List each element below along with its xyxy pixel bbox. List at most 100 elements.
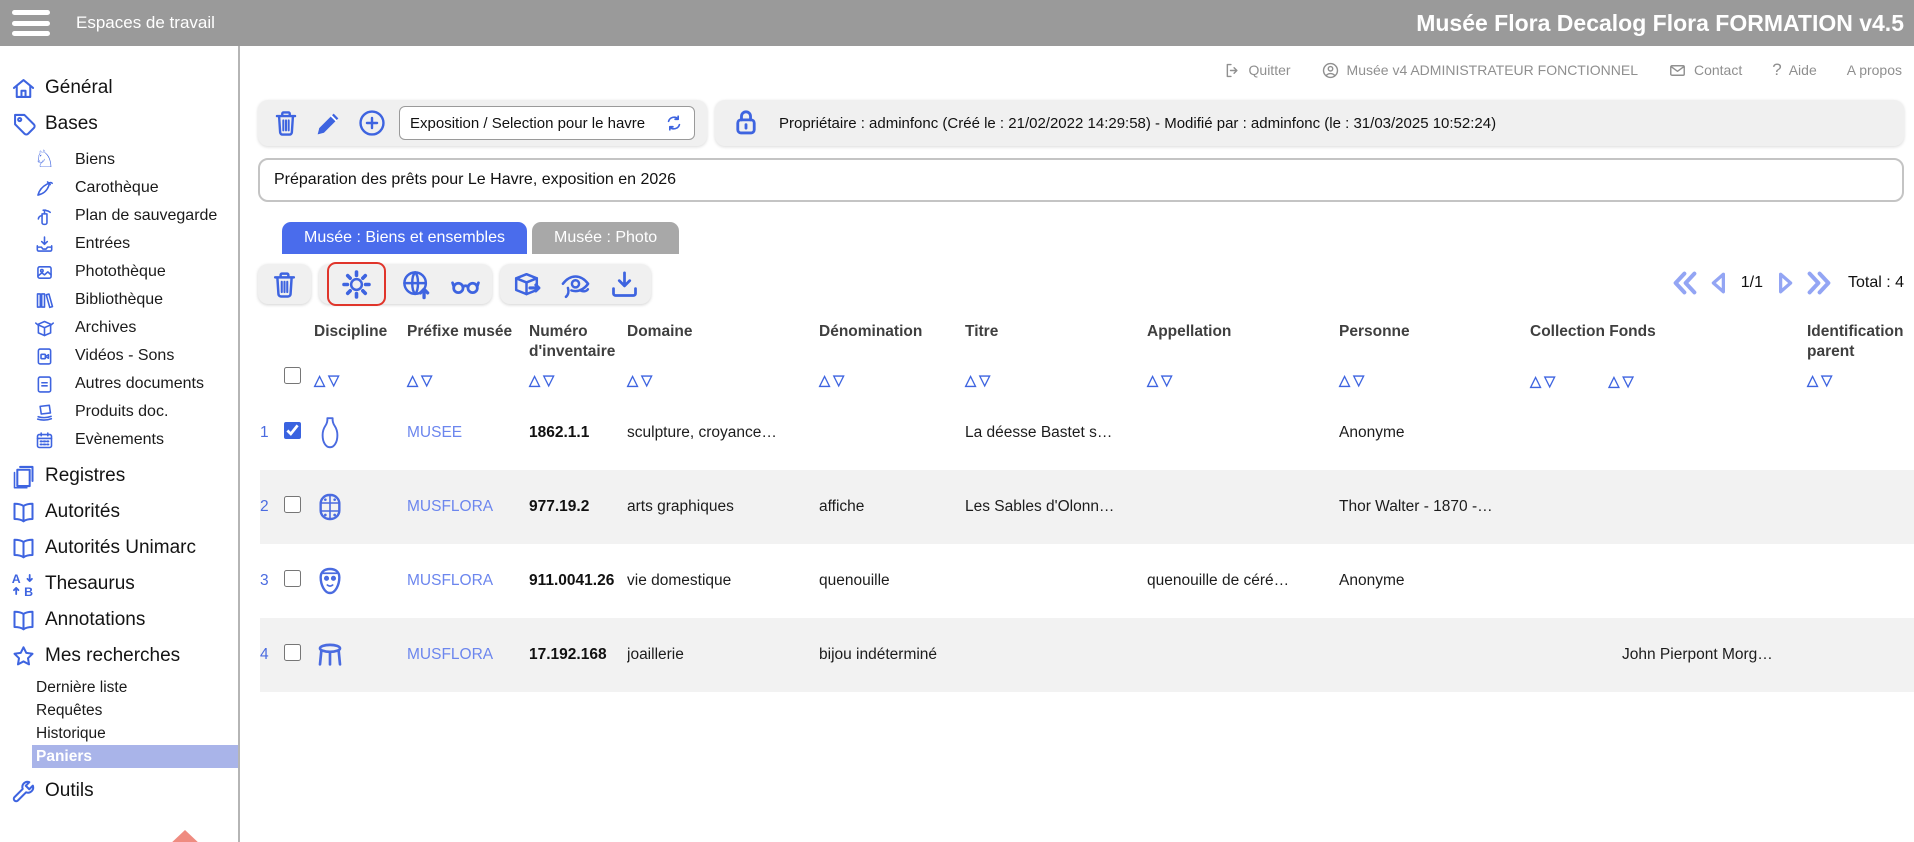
sidebar-item-autorites[interactable]: Autorités — [0, 494, 238, 530]
sidebar-item-label: Outils — [45, 780, 94, 802]
triangle-left-icon[interactable] — [1704, 268, 1734, 298]
row-number-link[interactable]: 1 — [260, 424, 284, 442]
menu-icon[interactable] — [12, 10, 50, 36]
globe-upload-icon[interactable] — [400, 268, 433, 301]
prefixe-musee-link[interactable]: MUSFLORA — [407, 572, 529, 590]
tab-label: Musée : Biens et ensembles — [304, 229, 505, 247]
sidebar-item-label: Plan de sauvegarde — [75, 207, 217, 225]
basket-selector[interactable]: Exposition / Selection pour le havre — [399, 106, 695, 140]
sidebar-item-bases[interactable]: Bases — [0, 106, 238, 142]
about-link[interactable]: A propos — [1847, 62, 1902, 78]
sort-descending-icon: ▽ — [641, 373, 652, 389]
sidebar-item-bibliotheque[interactable]: Bibliothèque — [0, 286, 238, 314]
sort-descending-icon: ▽ — [1622, 374, 1633, 390]
sidebar-item-label: Carothèque — [75, 179, 159, 197]
sort-control[interactable]: △▽ — [529, 373, 554, 389]
user-circle-icon — [1321, 61, 1340, 80]
help-link[interactable]: ? Aide — [1772, 60, 1817, 80]
sort-control[interactable]: △▽ — [627, 373, 652, 389]
add-icon[interactable] — [356, 107, 388, 139]
sidebar-item-registres[interactable]: Registres — [0, 458, 238, 494]
edit-icon[interactable] — [313, 107, 345, 139]
delete-icon[interactable] — [270, 107, 302, 139]
user-menu[interactable]: Musée v4 ADMINISTRATEUR FONCTIONNEL — [1321, 61, 1638, 80]
sidebar-item-mes-recherches[interactable]: Mes recherches — [0, 638, 238, 674]
inbox-arrow-icon — [34, 234, 55, 255]
sidebar-item-autorites-unimarc[interactable]: Autorités Unimarc — [0, 530, 238, 566]
refresh-icon[interactable] — [664, 113, 684, 133]
double-chevron-right-icon[interactable] — [1804, 268, 1834, 298]
sidebar-item-general[interactable]: Général — [0, 70, 238, 106]
sidebar-item-carotheque[interactable]: Carothèque — [0, 174, 238, 202]
row-checkbox[interactable] — [284, 644, 301, 661]
sort-control[interactable]: △▽ — [1147, 373, 1172, 389]
sort-control[interactable]: △▽ — [1530, 374, 1555, 390]
sidebar-item-entrees[interactable]: Entrées — [0, 230, 238, 258]
prefixe-musee-link[interactable]: MUSFLORA — [407, 498, 529, 516]
exit-icon — [1223, 61, 1242, 80]
row-checkbox[interactable] — [284, 422, 301, 439]
row-number-link[interactable]: 2 — [260, 498, 284, 516]
sidebar-item-outils[interactable]: Outils — [0, 773, 238, 809]
box-export-icon[interactable] — [510, 268, 543, 301]
sidebar-item-videos-sons[interactable]: Vidéos - Sons — [0, 342, 238, 370]
sidebar-item-label: Vidéos - Sons — [75, 347, 174, 365]
sidebar-item-biens[interactable]: ♘Biens — [0, 146, 238, 174]
column-header-discipline: Discipline — [314, 322, 407, 342]
settings-icon[interactable] — [340, 268, 373, 301]
books-icon — [34, 290, 55, 311]
basket-description-field[interactable]: Préparation des prêts pour Le Havre, exp… — [258, 158, 1904, 202]
sidebar-item-evenements[interactable]: Evènements — [0, 426, 238, 454]
sidebar-item-requetes[interactable]: Requêtes — [32, 699, 238, 722]
triangle-right-icon[interactable] — [1770, 268, 1800, 298]
cell-personne: Anonyme — [1339, 572, 1530, 590]
sidebar-item-annotations[interactable]: Annotations — [0, 602, 238, 638]
sort-ascending-icon: △ — [1530, 374, 1541, 390]
sort-control[interactable]: △▽ — [819, 373, 844, 389]
sidebar-item-archives[interactable]: Archives — [0, 314, 238, 342]
sort-ascending-icon: △ — [1147, 373, 1158, 389]
table-row: 3MUSFLORA911.0041.26vie domestiquequenou… — [260, 544, 1914, 618]
sidebar-item-paniers[interactable]: Paniers — [32, 745, 238, 768]
sort-ascending-icon: △ — [1339, 373, 1350, 389]
toolbar-group — [319, 264, 492, 304]
contact-link[interactable]: Contact — [1668, 61, 1742, 80]
row-checkbox[interactable] — [284, 570, 301, 587]
sort-ascending-icon: △ — [627, 373, 638, 389]
delete-icon[interactable] — [268, 268, 301, 301]
calendar-icon — [34, 430, 55, 451]
sort-control[interactable]: △▽ — [1807, 373, 1832, 389]
column-header-domaine: Domaine — [627, 322, 819, 342]
row-checkbox[interactable] — [284, 496, 301, 513]
double-chevron-left-icon[interactable] — [1670, 268, 1700, 298]
sidebar-item-plan-de-sauvegarde[interactable]: Plan de sauvegarde — [0, 202, 238, 230]
sidebar-item-phototheque[interactable]: Photothèque — [0, 258, 238, 286]
select-all-checkbox[interactable] — [284, 367, 301, 384]
sidebar-item-produits-doc[interactable]: Produits doc. — [0, 398, 238, 426]
sort-control[interactable]: △▽ — [407, 373, 432, 389]
sort-control[interactable]: △▽ — [965, 373, 990, 389]
tag-icon — [10, 111, 37, 138]
sort-control[interactable]: △▽ — [1339, 373, 1364, 389]
sort-ascending-icon: △ — [529, 373, 540, 389]
row-number-link[interactable]: 4 — [260, 646, 284, 664]
cell-titre: La déesse Bastet s… — [965, 424, 1147, 442]
lock-icon[interactable] — [729, 105, 763, 141]
prefixe-musee-link[interactable]: MUSEE — [407, 424, 529, 442]
prefixe-musee-link[interactable]: MUSFLORA — [407, 646, 529, 664]
eye-icon[interactable] — [559, 268, 592, 301]
quit-link[interactable]: Quitter — [1223, 61, 1291, 80]
archive-box-icon — [34, 318, 55, 339]
sidebar-item-thesaurus[interactable]: ABThesaurus — [0, 566, 238, 602]
sidebar-item-autres-documents[interactable]: Autres documents — [0, 370, 238, 398]
sort-control[interactable]: △▽ — [1608, 374, 1633, 390]
glasses-icon[interactable] — [449, 268, 482, 301]
sidebar-item-historique[interactable]: Historique — [32, 722, 238, 745]
tab-biens-et-ensembles[interactable]: Musée : Biens et ensembles — [282, 222, 527, 254]
sort-control[interactable]: △▽ — [314, 373, 339, 389]
download-icon[interactable] — [608, 268, 641, 301]
tab-photo[interactable]: Musée : Photo — [532, 222, 679, 254]
sidebar-item-derniere-liste[interactable]: Dernière liste — [32, 676, 238, 699]
column-header-denomination: Dénomination — [819, 322, 965, 342]
row-number-link[interactable]: 3 — [260, 572, 284, 590]
